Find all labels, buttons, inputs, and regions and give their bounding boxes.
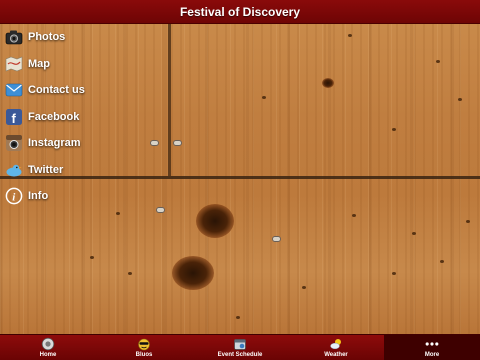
bluos-icon — [137, 337, 151, 351]
weather-icon — [329, 337, 343, 351]
menu-label-photos: Photos — [28, 31, 66, 44]
menu-item-facebook[interactable]: f Facebook — [0, 104, 168, 131]
svg-text:i: i — [12, 192, 16, 204]
twitter-icon — [5, 161, 23, 179]
tab-label-home: Home — [39, 352, 57, 358]
wood-dot — [458, 98, 462, 101]
wood-dot — [262, 96, 266, 99]
menu-label-twitter: Twitter — [28, 163, 64, 176]
tab-label-bluos: Bluos — [135, 352, 153, 358]
wood-knot — [172, 256, 214, 290]
wood-dot — [466, 220, 470, 223]
wood-dot — [392, 128, 396, 131]
instagram-icon — [5, 134, 23, 152]
app-header: Festival of Discovery — [0, 0, 480, 24]
calendar-icon — [233, 337, 247, 351]
menu-label-info: Info — [28, 190, 49, 203]
more-icon — [425, 337, 439, 351]
wood-dot — [352, 214, 356, 217]
tab-label-weather: Weather — [324, 352, 348, 358]
wood-dot — [236, 316, 240, 319]
menu-item-info[interactable]: i Info — [0, 183, 168, 210]
wood-knot — [196, 204, 234, 238]
menu-item-instagram[interactable]: Instagram — [0, 130, 168, 157]
menu-item-map[interactable]: Map — [0, 51, 168, 78]
wood-knot — [322, 78, 334, 88]
side-menu: Photos Map Contact us f Facebook Instagr… — [0, 24, 168, 210]
tab-label-more: More — [424, 352, 440, 358]
tab-bluos[interactable]: Bluos — [96, 335, 192, 360]
app-title: Festival of Discovery — [179, 4, 301, 19]
wood-dot — [392, 272, 396, 275]
wood-dot — [90, 256, 94, 259]
wood-dot — [116, 212, 120, 215]
menu-label-map: Map — [28, 57, 50, 70]
menu-label-instagram: Instagram — [28, 137, 81, 150]
svg-text:f: f — [12, 111, 17, 125]
tab-event-schedule[interactable]: Event Schedule — [192, 335, 288, 360]
tab-label-event-schedule: Event Schedule — [217, 352, 263, 358]
contact-icon — [5, 81, 23, 99]
menu-item-photos[interactable]: Photos — [0, 24, 168, 51]
bottom-tab-bar: Home Bluos Event Schedule Weather More — [0, 334, 480, 360]
home-icon — [41, 337, 55, 351]
wood-dot — [128, 272, 132, 275]
wood-nail — [173, 140, 182, 146]
menu-item-twitter[interactable]: Twitter — [0, 157, 168, 184]
menu-item-contact-us[interactable]: Contact us — [0, 77, 168, 104]
wood-dot — [348, 34, 352, 37]
wood-dot — [440, 260, 444, 263]
menu-label-facebook: Facebook — [28, 110, 80, 123]
menu-label-contact-us: Contact us — [28, 84, 85, 97]
board-seam-vertical — [168, 24, 171, 176]
tab-more[interactable]: More — [384, 335, 480, 360]
wood-dot — [412, 232, 416, 235]
tab-weather[interactable]: Weather — [288, 335, 384, 360]
tab-home[interactable]: Home — [0, 335, 96, 360]
camera-icon — [5, 28, 23, 46]
map-icon — [5, 55, 23, 73]
wood-dot — [436, 60, 440, 63]
info-icon: i — [5, 187, 23, 205]
wood-dot — [302, 286, 306, 289]
wood-nail — [272, 236, 281, 242]
facebook-icon: f — [5, 108, 23, 126]
